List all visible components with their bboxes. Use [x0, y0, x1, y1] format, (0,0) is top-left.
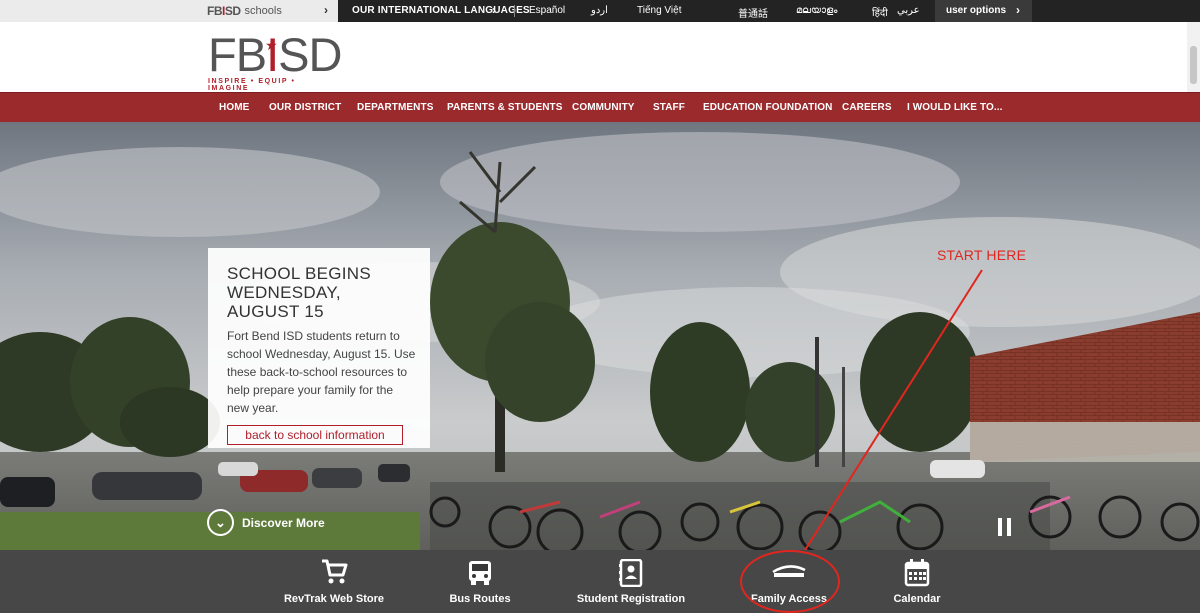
quick-link-bus-routes[interactable]: Bus Routes: [440, 550, 520, 613]
divider: [514, 5, 515, 17]
registration-form-icon: [619, 558, 643, 592]
language-link-urdu[interactable]: اردو: [591, 5, 608, 16]
language-link-mandarin[interactable]: 普通話: [738, 5, 768, 20]
page-scrollbar[interactable]: [1187, 22, 1200, 92]
nav-i-would-like-to[interactable]: I WOULD LIKE TO...: [907, 102, 1003, 113]
back-to-school-button[interactable]: back to school information: [227, 425, 403, 445]
language-link-spanish[interactable]: Español: [529, 5, 565, 16]
hero-photo: [0, 122, 1200, 550]
nav-staff[interactable]: STAFF: [653, 102, 685, 113]
utility-bar: FBISD schools › OUR INTERNATIONAL LANGUA…: [0, 0, 1200, 22]
quick-link-label: Student Registration: [576, 593, 686, 605]
nav-parents-students[interactable]: PARENTS & STUDENTS: [447, 102, 563, 113]
chevron-down-icon: ⌄: [207, 509, 234, 536]
quick-links-bar: RevTrak Web Store Bus Routes Student Reg…: [0, 550, 1200, 613]
language-link-hindi[interactable]: हिंदी: [872, 5, 888, 19]
hero-body: Fort Bend ISD students return to school …: [227, 329, 416, 415]
skyward-logo-icon: [770, 564, 808, 585]
logo-wordmark: FBI ★ SD: [208, 28, 342, 81]
nav-home[interactable]: HOME: [219, 102, 249, 113]
languages-label[interactable]: OUR INTERNATIONAL LANGUAGES: [352, 5, 530, 16]
quick-link-label: Calendar: [893, 593, 941, 605]
language-link-vietnamese[interactable]: Tiếng Việt: [637, 5, 681, 16]
language-link-malayalam[interactable]: മലയാളം: [796, 5, 837, 16]
hero-title: SCHOOL BEGINS WEDNESDAY, AUGUST 15: [227, 264, 372, 321]
quick-link-family-access[interactable]: Family Access: [744, 550, 834, 613]
pause-icon-bar: [1007, 518, 1011, 536]
discover-more-link[interactable]: ⌄ Discover More: [207, 509, 325, 536]
pause-icon: [998, 518, 1002, 536]
chevron-right-icon: ›: [324, 3, 328, 17]
bus-icon: [466, 559, 494, 592]
nav-education-foundation[interactable]: EDUCATION FOUNDATION: [703, 102, 832, 113]
scrollbar-thumb[interactable]: [1190, 46, 1197, 84]
hero-callout: SCHOOL BEGINS WEDNESDAY, AUGUST 15 Fort …: [208, 248, 430, 448]
language-link-arabic[interactable]: عربي: [897, 5, 920, 16]
user-options-button[interactable]: user options ›: [935, 0, 1032, 22]
user-options-label: user options: [946, 5, 1007, 16]
quick-link-label: Family Access: [750, 593, 828, 605]
main-nav: HOME OUR DISTRICT DEPARTMENTS PARENTS & …: [0, 92, 1200, 122]
site-header: FBI ★ SD INSPIRE • EQUIP • IMAGINE: [0, 22, 1200, 92]
chevron-right-icon[interactable]: ›: [492, 3, 496, 17]
start-here-annotation: START HERE: [937, 247, 1027, 263]
quick-link-label: RevTrak Web Store: [283, 593, 385, 605]
shopping-cart-icon: [320, 559, 348, 590]
quick-link-revtrak[interactable]: RevTrak Web Store: [280, 550, 388, 613]
hero-banner: SCHOOL BEGINS WEDNESDAY, AUGUST 15 Fort …: [0, 122, 1200, 550]
nav-careers[interactable]: CAREERS: [842, 102, 892, 113]
schools-label: schools: [244, 5, 282, 17]
quick-link-label: Bus Routes: [449, 593, 511, 605]
chevron-right-icon: ›: [1016, 3, 1020, 17]
discover-more-label: Discover More: [242, 515, 325, 530]
nav-our-district[interactable]: OUR DISTRICT: [269, 102, 341, 113]
schools-dropdown[interactable]: FBISD schools ›: [0, 0, 338, 22]
pause-slideshow-button[interactable]: [998, 518, 1012, 536]
nav-departments[interactable]: DEPARTMENTS: [357, 102, 433, 113]
quick-link-student-registration[interactable]: Student Registration: [576, 550, 686, 613]
schools-logo: FBISD: [207, 4, 241, 18]
quick-link-calendar[interactable]: Calendar: [876, 550, 958, 613]
fbisd-logo[interactable]: FBI ★ SD INSPIRE • EQUIP • IMAGINE: [208, 28, 342, 92]
calendar-icon: [904, 559, 930, 592]
nav-community[interactable]: COMMUNITY: [572, 102, 635, 113]
